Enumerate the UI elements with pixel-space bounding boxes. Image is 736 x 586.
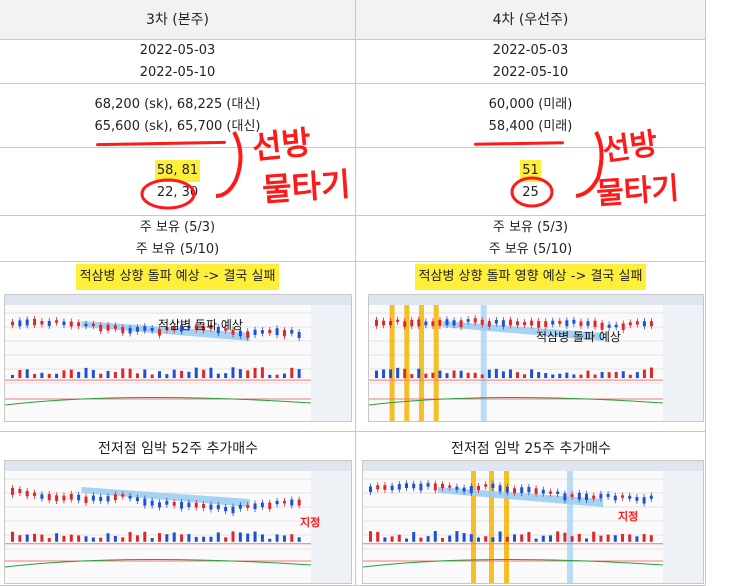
chart-note: 지정: [300, 516, 321, 529]
handwriting: 물타기: [595, 171, 681, 212]
marker-bracket: [215, 131, 243, 198]
chart-note: 적삼병 돌파 예상: [536, 330, 621, 344]
handwriting: 선방: [600, 126, 660, 169]
marker-circle: [510, 176, 554, 208]
marker-strokes: [140, 131, 604, 210]
marker-circle: [140, 178, 196, 210]
handwriting: 물타기: [260, 164, 352, 210]
chart-note: 지정: [618, 510, 639, 523]
chart-note: 적삼병 돌파 예상: [158, 318, 243, 332]
